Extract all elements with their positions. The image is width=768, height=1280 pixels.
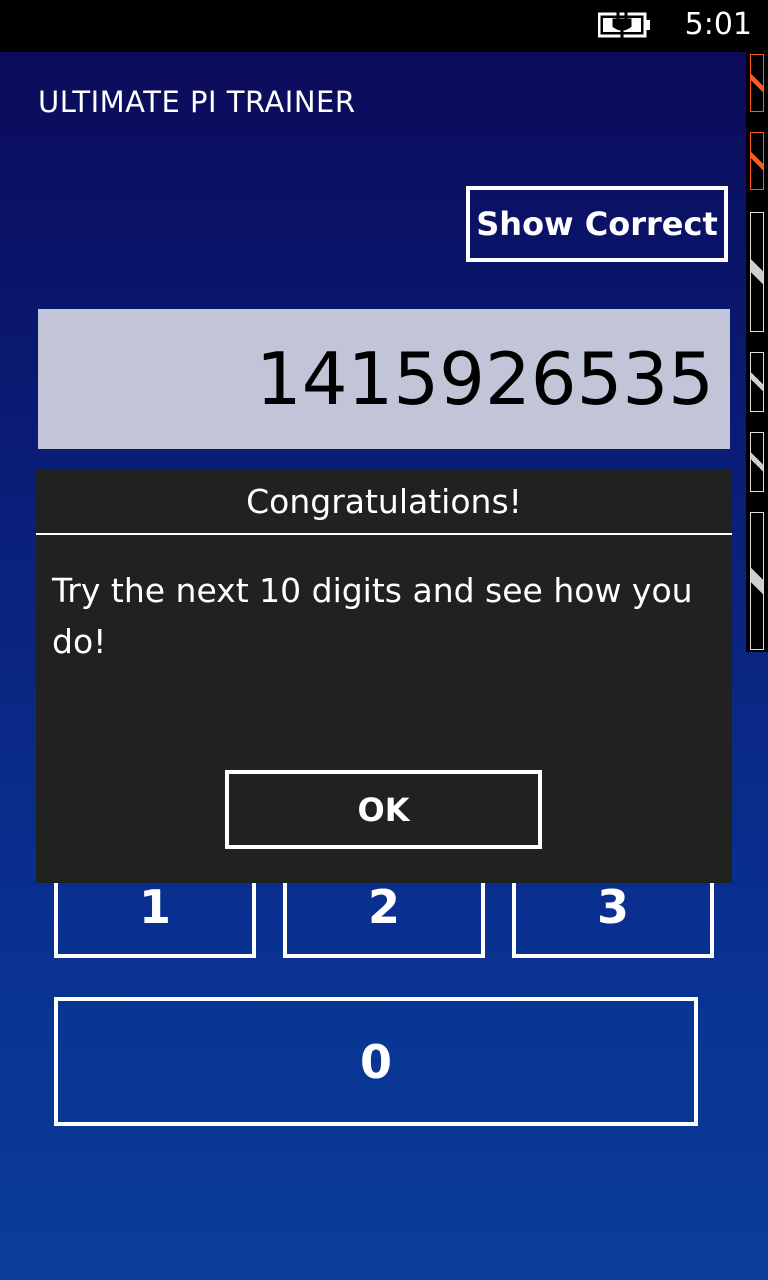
debug-block [750, 54, 764, 112]
debug-block [750, 352, 764, 412]
debug-block [750, 432, 764, 492]
show-correct-button[interactable]: Show Correct [466, 186, 728, 262]
debug-block [750, 132, 764, 190]
status-bar: 5:01 [0, 0, 768, 52]
digits-display: 1415926535 [38, 309, 730, 449]
status-time: 5:01 [684, 7, 752, 42]
dialog-divider [36, 533, 732, 535]
digit-button-0[interactable]: 0 [54, 997, 698, 1126]
congratulations-dialog: Congratulations! Try the next 10 digits … [36, 469, 732, 883]
ok-button[interactable]: OK [225, 770, 542, 849]
debug-block [750, 212, 764, 332]
dialog-title: Congratulations! [246, 481, 522, 521]
debug-block [750, 512, 764, 650]
app-title: ULTIMATE PI TRAINER [38, 85, 356, 119]
debug-counter-strip [746, 52, 768, 652]
battery-charging-icon [598, 12, 650, 38]
dialog-message: Try the next 10 digits and see how you d… [52, 571, 693, 661]
